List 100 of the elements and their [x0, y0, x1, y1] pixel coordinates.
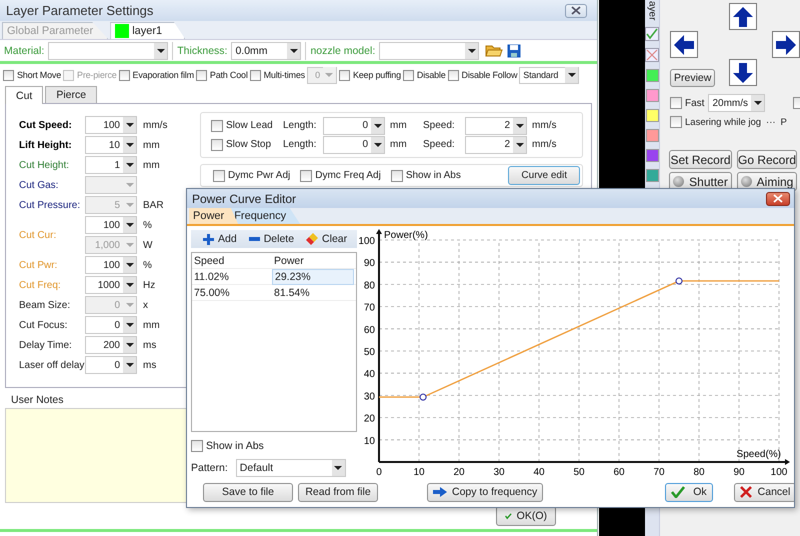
tick-label: 100: [770, 467, 788, 478]
number-dropdown[interactable]: 1000: [85, 276, 137, 294]
number-dropdown[interactable]: 10: [85, 136, 137, 154]
pattern-dropdown[interactable]: Default: [236, 459, 346, 477]
tab[interactable]: Pierce: [45, 86, 98, 103]
speed-dropdown[interactable]: 20mm/s: [708, 94, 766, 112]
checkbox-label: Fast: [685, 98, 704, 108]
window-title: Layer Parameter Settings: [6, 3, 154, 18]
curve-edit-button[interactable]: Curve edit: [508, 166, 580, 185]
field-label: Beam Size:: [19, 300, 70, 310]
tick-label: 100: [358, 236, 375, 247]
field-label: Cut Focus:: [19, 320, 68, 330]
field-label: Cut Pressure:: [19, 200, 80, 210]
field-label: Thickness:: [177, 44, 228, 56]
checkbox-label: Disable: [416, 70, 446, 80]
panel-title: ayer: [646, 1, 658, 20]
field-label: Laser off delay: [19, 360, 84, 370]
dialog-title: Power Curve Editor: [192, 192, 296, 206]
unit-label: ms: [142, 360, 158, 370]
number-dropdown[interactable]: 100: [85, 216, 137, 234]
number-dropdown[interactable]: 1: [85, 156, 137, 174]
unit-label: mm/s: [142, 120, 168, 130]
tick-label: 60: [364, 324, 375, 336]
tick-label: 70: [364, 302, 375, 314]
axis-title: Power(%): [384, 230, 428, 241]
column-header: Power: [273, 254, 305, 269]
tick-label: 50: [364, 347, 375, 358]
number-dropdown[interactable]: 0: [85, 316, 137, 334]
number-dropdown[interactable]: 100: [85, 256, 137, 274]
field-label: Cut Freq:: [19, 280, 61, 290]
field-label: Pattern:: [191, 462, 228, 474]
toolbar-button[interactable]: Clear: [306, 233, 348, 245]
tab[interactable]: Cut: [5, 86, 44, 104]
tick-label: 90: [733, 467, 745, 478]
number-dropdown[interactable]: 2: [465, 136, 527, 154]
checkbox-label: Evaporation film: [132, 70, 194, 80]
field-label: nozzle model:: [310, 44, 376, 56]
number-dropdown[interactable]: 200: [85, 336, 137, 354]
number-dropdown[interactable]: 2: [465, 116, 527, 134]
checkbox-label: Dymc Freq Adj: [315, 170, 381, 181]
mode-dropdown[interactable]: Standard: [519, 66, 580, 84]
tick-label: 20: [364, 414, 375, 425]
checkbox-label: Slow Stop: [226, 139, 272, 150]
unit-label: mm: [142, 140, 161, 150]
tick-label: 80: [693, 467, 705, 478]
record-button[interactable]: Set Record: [669, 150, 732, 169]
table-cell[interactable]: 75.00%: [192, 285, 272, 301]
table-cell[interactable]: 11.02%: [192, 269, 272, 285]
field-label: Cut Gas:: [19, 180, 58, 190]
field-label: Length:: [283, 139, 318, 150]
unit-label: ms: [142, 340, 158, 350]
plain-button[interactable]: Read from file: [298, 482, 378, 502]
field-label: Material:: [4, 44, 44, 56]
number-dropdown[interactable]: 0: [323, 136, 385, 154]
checkbox-label: Keep puffing: [352, 70, 401, 80]
unit-label: mm/s: [531, 139, 558, 150]
record-button[interactable]: Go Record: [737, 150, 797, 169]
unit-label: Hz: [142, 280, 156, 290]
unit-label: %: [142, 260, 153, 270]
preview-button[interactable]: Preview: [670, 68, 716, 86]
tick-label: 10: [413, 467, 425, 478]
field-label: Cut Speed:: [19, 120, 72, 130]
table-cell[interactable]: 81.54%: [272, 285, 354, 301]
tick-label: 30: [493, 467, 505, 478]
thickness-dropdown[interactable]: 0.0mm: [231, 42, 302, 60]
plain-button[interactable]: Save to file: [203, 482, 293, 502]
checkbox-label: Pre-pierce: [77, 70, 117, 80]
tick-label: 40: [364, 369, 375, 380]
field-label: Cut Pwr:: [19, 260, 58, 270]
ok-button[interactable]: OK(O): [496, 506, 556, 526]
checkbox-label: Disable Follow: [462, 70, 518, 80]
tick-label: 80: [364, 280, 375, 292]
tick-label: 60: [613, 467, 625, 478]
cancel-button[interactable]: Cancel: [734, 482, 794, 502]
tab[interactable]: layer1: [110, 22, 186, 39]
number-dropdown[interactable]: 0: [323, 116, 385, 134]
field-label: Cut Height:: [19, 160, 70, 170]
tick-label: 20: [453, 467, 465, 478]
field-label: Cut Cur:: [19, 230, 56, 240]
unit-label: x: [142, 300, 149, 310]
checkbox-label: Path Cool: [210, 70, 248, 80]
unit-label: mm: [142, 320, 161, 330]
checkbox-label: Show in Abs: [206, 440, 264, 452]
field-label: Delay Time:: [19, 340, 72, 350]
tick-label: 90: [364, 258, 375, 270]
copy-button[interactable]: Copy to frequency: [427, 482, 544, 502]
tab[interactable]: Frequency: [230, 208, 300, 224]
tick-label: 70: [653, 467, 665, 478]
checkbox-label: Slow Lead: [226, 120, 273, 131]
tick-label: 10: [364, 436, 375, 447]
more-button[interactable]: ···: [766, 116, 776, 128]
tick-label: 30: [364, 391, 375, 402]
number-dropdown[interactable]: 100: [85, 116, 137, 134]
number-dropdown[interactable]: 0: [85, 356, 137, 374]
toolbar-button[interactable]: Delete: [248, 233, 294, 245]
checkbox-label: Dymc Pwr Adj: [228, 170, 290, 181]
unit-label: W: [142, 240, 154, 250]
ok-button[interactable]: Ok: [665, 482, 713, 502]
table-cell[interactable]: 29.23%: [272, 269, 354, 285]
toolbar-button[interactable]: Add: [203, 233, 237, 245]
